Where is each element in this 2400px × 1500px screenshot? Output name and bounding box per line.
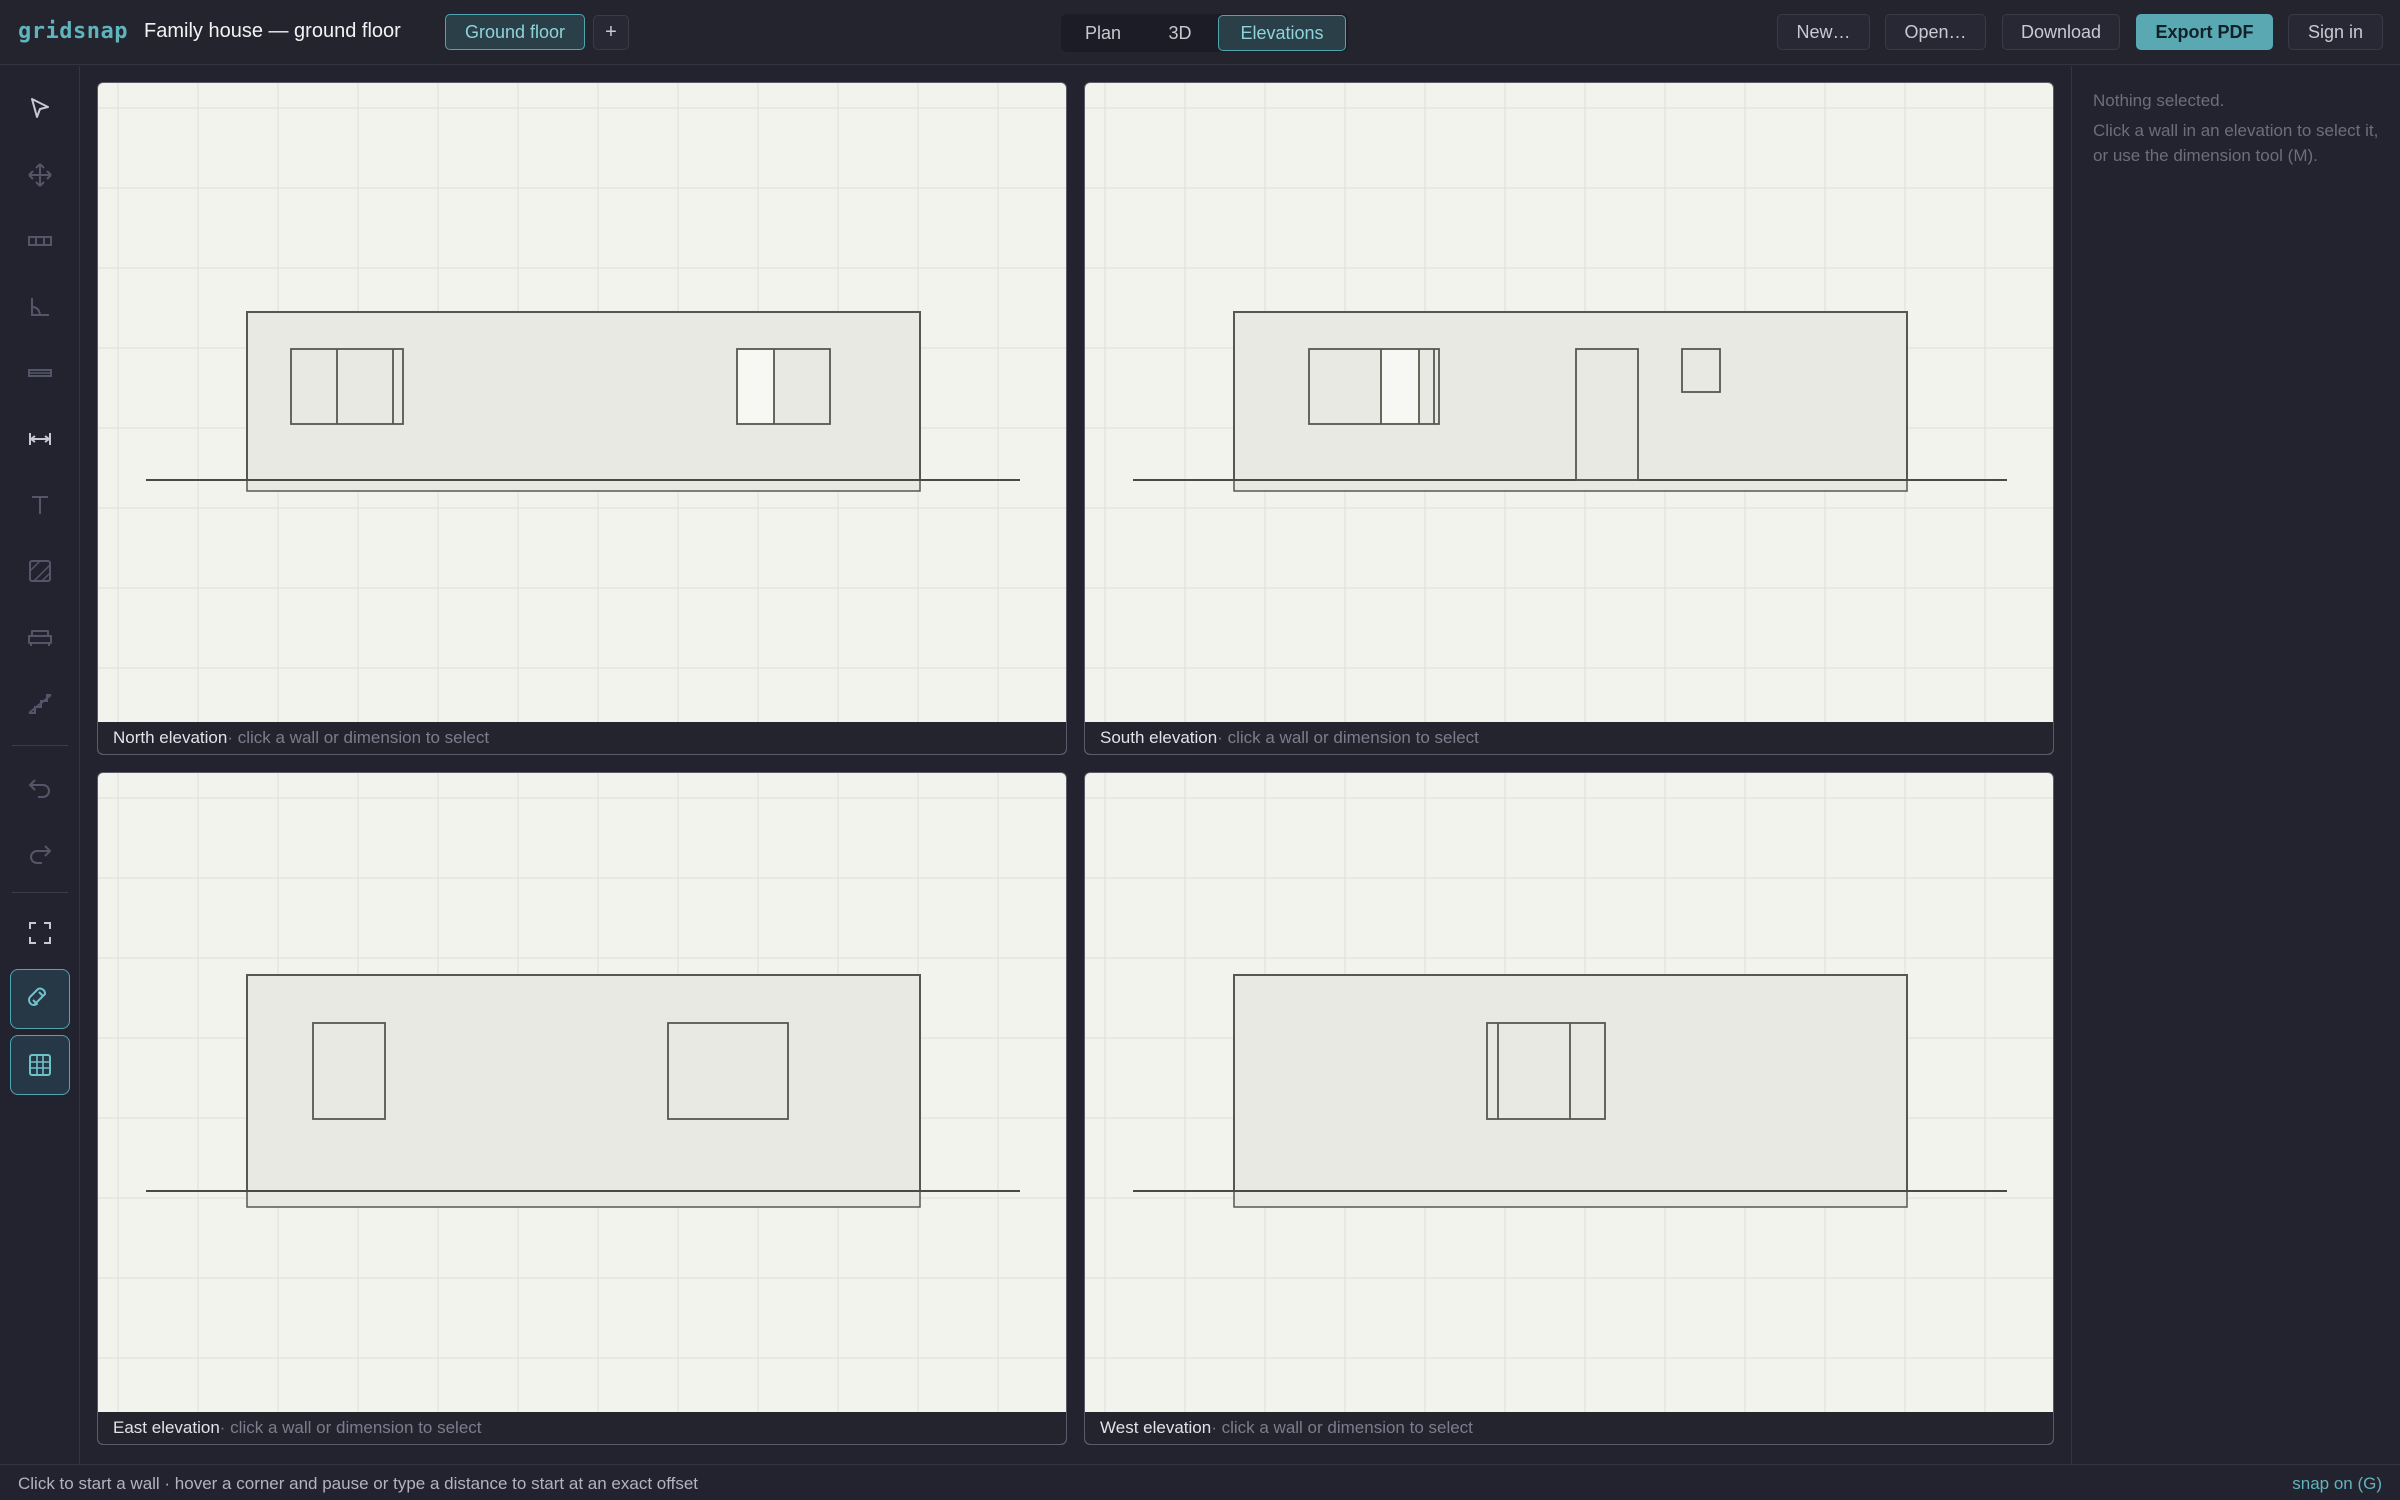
dimension-icon <box>29 433 51 445</box>
fit-view-button[interactable] <box>10 903 70 963</box>
undo-icon <box>28 779 50 798</box>
window-tool[interactable] <box>10 343 70 403</box>
wall-icon <box>28 236 52 246</box>
foundation[interactable] <box>246 479 921 492</box>
tab-plan[interactable]: Plan <box>1066 15 1140 51</box>
room-tool[interactable] <box>10 277 70 337</box>
download-button[interactable]: Download <box>2002 14 2120 50</box>
elevation-hint: · click a wall or dimension to select <box>219 1418 482 1437</box>
toolbar-divider <box>12 892 68 893</box>
add-floor-button[interactable]: + <box>593 15 629 50</box>
wall-outline[interactable] <box>246 311 921 481</box>
wall-tool[interactable] <box>10 211 70 271</box>
sign-in-button[interactable]: Sign in <box>2288 14 2383 50</box>
elevation-panel-south[interactable]: South elevation · click a wall or dimens… <box>1084 82 2054 755</box>
status-bar: Click to start a wall · hover a corner a… <box>0 1464 2400 1500</box>
east-elevation-drawing[interactable] <box>98 773 1067 1414</box>
panel-caption: West elevation · click a wall or dimensi… <box>1085 1412 2053 1444</box>
furniture-tool[interactable] <box>10 607 70 667</box>
fit-view-icon <box>29 922 51 944</box>
west-elevation-drawing[interactable] <box>1085 773 2054 1414</box>
stairs-icon <box>28 694 52 714</box>
elevation-panel-east[interactable]: East elevation · click a wall or dimensi… <box>97 772 1067 1445</box>
stairs-tool[interactable] <box>10 673 70 733</box>
elevation-name: East elevation <box>113 1418 220 1437</box>
dimension-tool[interactable] <box>10 409 70 469</box>
snap-toggle[interactable] <box>10 969 70 1029</box>
export-pdf-button[interactable]: Export PDF <box>2136 14 2273 50</box>
south-elevation-drawing[interactable] <box>1085 83 2054 724</box>
panel-caption: East elevation · click a wall or dimensi… <box>98 1412 1066 1444</box>
text-tool[interactable] <box>10 475 70 535</box>
elevation-name: West elevation <box>1100 1418 1212 1437</box>
wall-outline[interactable] <box>1233 311 1908 481</box>
window-icon <box>28 369 52 377</box>
snap-status[interactable]: snap on (G) <box>2292 1474 2382 1494</box>
foundation[interactable] <box>246 1190 921 1208</box>
panel-caption: South elevation · click a wall or dimens… <box>1085 722 2053 754</box>
tab-3d[interactable]: 3D <box>1145 15 1215 51</box>
foundation[interactable] <box>1233 479 1908 492</box>
selection-help-text: Click a wall in an elevation to select i… <box>2093 121 2379 165</box>
elevation-name: North elevation <box>113 728 228 747</box>
room-angle-icon <box>31 298 49 316</box>
grid-icon <box>29 1054 51 1076</box>
north-elevation-drawing[interactable] <box>98 83 1067 724</box>
select-tool[interactable] <box>10 79 70 139</box>
grid-toggle[interactable] <box>10 1035 70 1095</box>
hatch-tool[interactable] <box>10 541 70 601</box>
text-icon <box>32 496 48 514</box>
top-bar: gridsnap Family house — ground floor Gro… <box>0 0 2400 65</box>
wall-outline[interactable] <box>246 974 921 1192</box>
magnet-icon <box>28 987 46 1006</box>
document-title[interactable]: Family house — ground floor <box>144 20 401 43</box>
elevation-hint: · click a wall or dimension to select <box>1211 1418 1473 1437</box>
elevation-panel-west[interactable]: West elevation · click a wall or dimensi… <box>1084 772 2054 1445</box>
panel-caption: North elevation · click a wall or dimens… <box>98 722 1066 754</box>
foundation[interactable] <box>1233 1190 1908 1208</box>
pointer-icon <box>31 98 49 118</box>
status-hint: Click to start a wall · hover a corner a… <box>18 1474 699 1493</box>
app-logo: gridsnap <box>18 19 128 44</box>
elevation-hint: · click a wall or dimension to select <box>227 728 490 747</box>
properties-panel: Nothing selected. Click a wall in an ele… <box>2071 66 2400 1464</box>
sofa-icon <box>28 630 52 646</box>
elevation-hint: · click a wall or dimension to select <box>1217 728 1479 747</box>
tab-elevations[interactable]: Elevations <box>1218 15 1346 51</box>
open-button[interactable]: Open… <box>1885 14 1986 50</box>
hatch-icon <box>29 560 51 582</box>
redo-icon <box>30 845 52 864</box>
floor-selector[interactable]: Ground floor <box>445 14 585 50</box>
elevation-panel-north[interactable]: North elevation · click a wall or dimens… <box>97 82 1067 755</box>
move-tool[interactable] <box>10 145 70 205</box>
elevation-name: South elevation <box>1100 728 1218 747</box>
toolbar-divider <box>12 745 68 746</box>
new-button[interactable]: New… <box>1777 14 1870 50</box>
tool-sidebar <box>0 66 80 1464</box>
selection-empty-text: Nothing selected. <box>2093 91 2225 110</box>
redo-button[interactable] <box>10 822 70 882</box>
move-arrows-icon <box>28 163 52 187</box>
undo-button[interactable] <box>10 756 70 816</box>
